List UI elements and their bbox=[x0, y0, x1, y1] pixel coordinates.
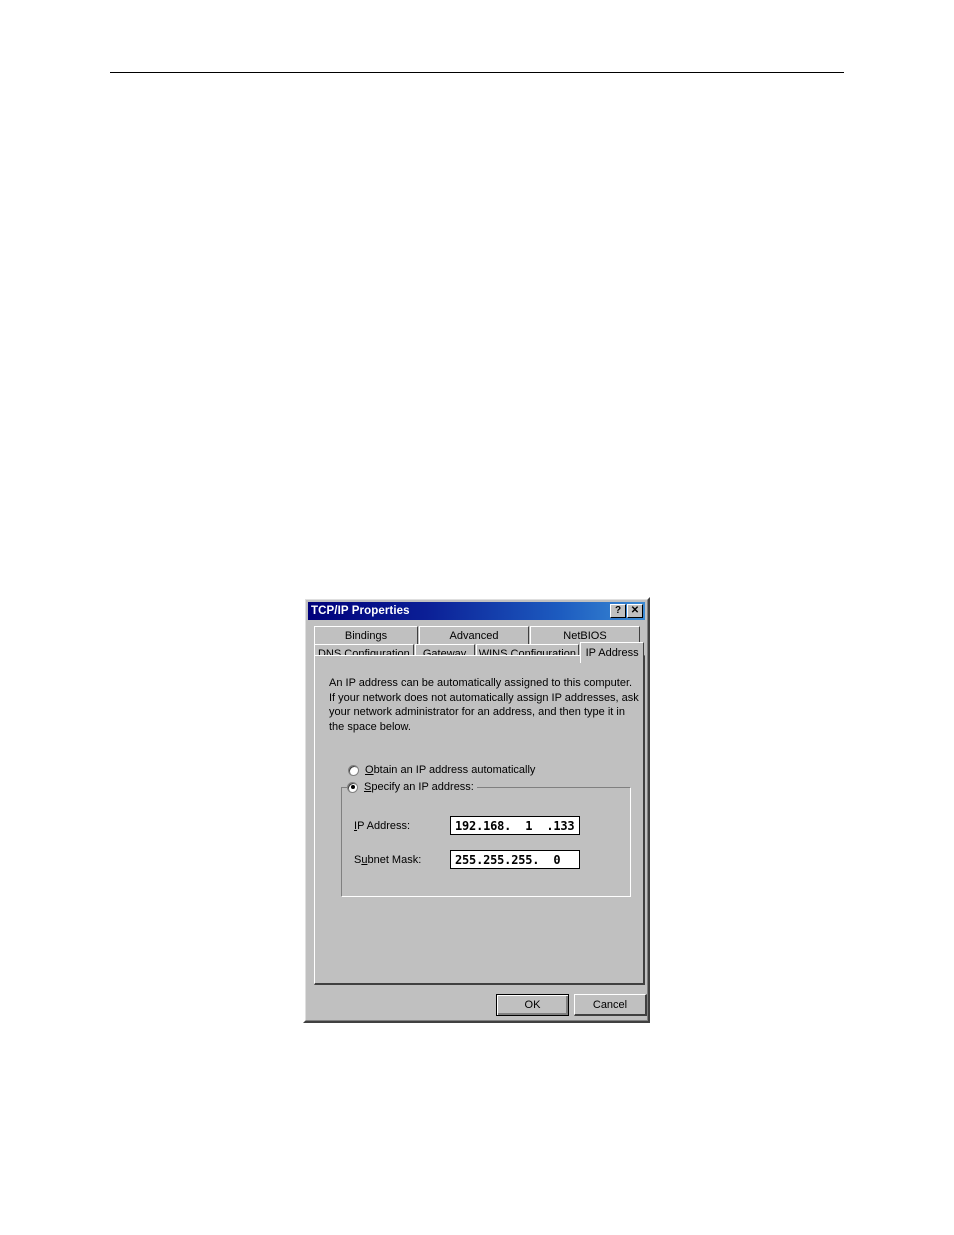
ok-button[interactable]: OK bbox=[496, 994, 569, 1016]
help-icon[interactable]: ? bbox=[610, 604, 626, 618]
radio-label-obtain-rest: btain an IP address automatically bbox=[373, 764, 536, 776]
radio-label-specify: Specify an IP address: bbox=[364, 781, 474, 793]
subnet-mask-label: Subnet Mask: bbox=[354, 854, 450, 866]
dialog-title: TCP/IP Properties bbox=[311, 605, 410, 617]
accel-key-obtain: O bbox=[365, 764, 374, 776]
page-header-rule bbox=[110, 72, 844, 73]
ip-address-input[interactable]: 192.168. 1 .133 bbox=[450, 816, 580, 835]
ip-address-label: IP Address: bbox=[354, 820, 450, 832]
titlebar-button-group: ? ✕ bbox=[610, 604, 643, 618]
subnet-mask-input[interactable]: 255.255.255. 0 bbox=[450, 850, 580, 869]
subnet-mask-field-row: Subnet Mask: 255.255.255. 0 bbox=[354, 850, 580, 869]
dialog-inner-frame: TCP/IP Properties ? ✕ Bindings Advanced … bbox=[305, 599, 648, 1021]
dialog-titlebar[interactable]: TCP/IP Properties ? ✕ bbox=[308, 602, 645, 620]
tab-advanced[interactable]: Advanced bbox=[419, 626, 529, 645]
tab-panel-ip-address: An IP address can be automatically assig… bbox=[314, 655, 645, 985]
ip-address-field-row: IP Address: 192.168. 1 .133 bbox=[354, 816, 580, 835]
subnet-mask-label-rest: bnet Mask: bbox=[367, 853, 422, 866]
tab-bindings[interactable]: Bindings bbox=[314, 626, 418, 645]
radio-specify-ip-address[interactable]: Specify an IP address: bbox=[347, 781, 477, 793]
radio-label-obtain: Obtain an IP address automatically bbox=[365, 764, 535, 776]
close-icon[interactable]: ✕ bbox=[627, 604, 643, 618]
radio-button-icon-specify[interactable] bbox=[347, 781, 358, 793]
radio-obtain-ip-automatically[interactable]: Obtain an IP address automatically bbox=[348, 764, 535, 776]
tcpip-properties-dialog: TCP/IP Properties ? ✕ Bindings Advanced … bbox=[303, 597, 650, 1023]
cancel-button[interactable]: Cancel bbox=[574, 994, 647, 1016]
ip-address-label-rest: P Address: bbox=[357, 819, 411, 832]
tab-ip-address[interactable]: IP Address bbox=[580, 642, 644, 663]
ip-address-description: An IP address can be automatically assig… bbox=[329, 676, 639, 734]
description-line-1: An IP address can be automatically assig… bbox=[329, 677, 633, 689]
description-line-3: your network administrator for an addres… bbox=[329, 706, 625, 718]
radio-label-specify-rest: pecify an IP address: bbox=[371, 781, 474, 793]
specify-ip-groupbox: Specify an IP address: IP Address: 192.1… bbox=[341, 781, 631, 897]
description-line-2: If your network does not automatically a… bbox=[329, 691, 639, 704]
radio-button-icon-obtain[interactable] bbox=[348, 764, 359, 776]
description-line-4: the space below. bbox=[329, 720, 411, 733]
